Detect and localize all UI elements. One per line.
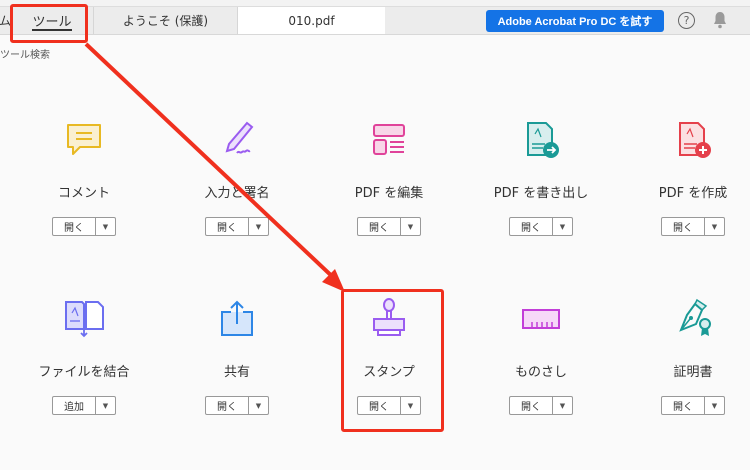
annotation-arrow: [84, 42, 345, 292]
